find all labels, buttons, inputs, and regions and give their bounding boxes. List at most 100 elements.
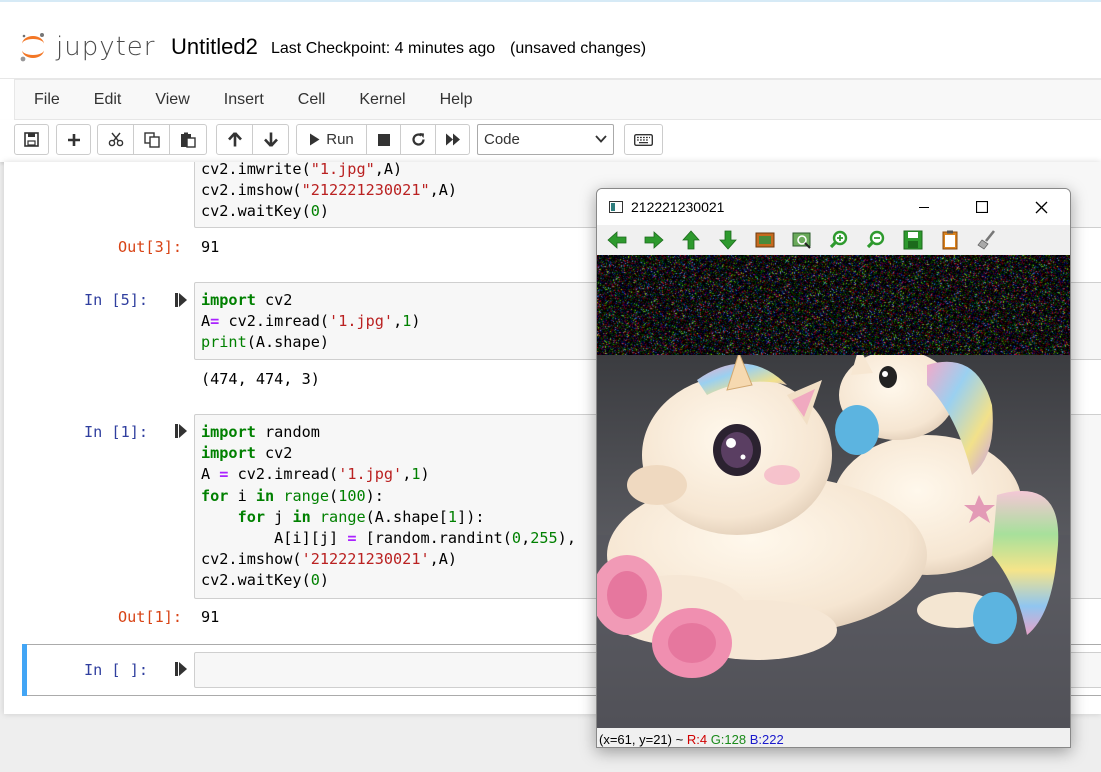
zoom-in-icon[interactable] bbox=[828, 229, 850, 251]
menu-file[interactable]: File bbox=[15, 80, 77, 120]
keyboard-icon bbox=[634, 133, 653, 146]
interrupt-button[interactable] bbox=[366, 124, 401, 155]
pixel-red-value: R:4 bbox=[686, 732, 708, 747]
close-icon bbox=[1035, 201, 1047, 213]
arrow-down-icon[interactable] bbox=[717, 229, 739, 251]
code-line: A[i][j] = [random.randint(0,255), bbox=[201, 529, 576, 548]
in-prompt-empty: In [ ]: bbox=[84, 661, 149, 679]
move-cell-up-button[interactable] bbox=[216, 124, 253, 155]
checkpoint-status: Last Checkpoint: 4 minutes ago bbox=[271, 40, 496, 57]
window-title: 212221230021 bbox=[631, 199, 725, 215]
image-window-toolbar bbox=[597, 225, 1070, 255]
window-title-bar[interactable]: 212221230021 bbox=[597, 189, 1070, 225]
code-line: for j in range(A.shape[1]): bbox=[237, 507, 485, 526]
header: jupyter Untitled2 Last Checkpoint: 4 min… bbox=[0, 2, 1101, 78]
close-button[interactable] bbox=[1012, 189, 1070, 225]
jupyter-logo-icon bbox=[20, 33, 44, 62]
jupyter-logo-text: jupyter bbox=[56, 32, 156, 62]
menu-view[interactable]: View bbox=[138, 80, 206, 120]
unsaved-indicator: (unsaved changes) bbox=[510, 40, 647, 57]
menu-insert[interactable]: Insert bbox=[207, 80, 281, 120]
image-window-status-bar: (x=61, y=21) ~ R:4 G:128 B:222 bbox=[597, 728, 1070, 747]
cut-button[interactable] bbox=[97, 124, 134, 155]
in-prompt-1: In [1]: bbox=[84, 423, 149, 441]
menu-bar: File Edit View Insert Cell Kernel Help bbox=[0, 78, 1101, 120]
code-line: cv2.imshow('212221230021',A) bbox=[201, 550, 458, 569]
code-line: for i in range(100): bbox=[201, 486, 384, 505]
cell-type-value: Code bbox=[484, 131, 520, 148]
random-noise-rows bbox=[597, 255, 1070, 355]
arrow-down-icon bbox=[263, 132, 278, 147]
save-icon bbox=[24, 132, 39, 147]
notebook-title[interactable]: Untitled2 bbox=[171, 34, 258, 60]
code-cell-1-source: import random import cv2 A = cv2.imread(… bbox=[201, 422, 576, 592]
save-icon[interactable] bbox=[902, 229, 924, 251]
arrow-up-icon bbox=[227, 132, 242, 147]
copy-icon bbox=[143, 131, 160, 148]
command-palette-button[interactable] bbox=[624, 124, 663, 155]
menu-edit[interactable]: Edit bbox=[77, 80, 139, 120]
code-line: cv2.waitKey(0) bbox=[201, 571, 330, 590]
code-line: A = cv2.imread('1.jpg',1) bbox=[201, 465, 430, 484]
window-app-icon bbox=[609, 201, 623, 213]
cell-1-output: 91 bbox=[201, 608, 220, 626]
save-button[interactable] bbox=[14, 124, 49, 155]
code-line: import random bbox=[201, 423, 320, 441]
minimize-button[interactable] bbox=[895, 189, 953, 225]
copy-icon[interactable] bbox=[939, 229, 961, 251]
properties-icon[interactable] bbox=[976, 229, 998, 251]
out-prompt-3: Out[3]: bbox=[118, 238, 183, 256]
run-cell-icon[interactable] bbox=[175, 292, 187, 308]
run-button[interactable]: Run bbox=[296, 124, 367, 155]
menu-cell[interactable]: Cell bbox=[281, 80, 343, 120]
arrow-right-icon[interactable] bbox=[643, 229, 665, 251]
toolbar: Run Code bbox=[0, 120, 1101, 162]
code-line: cv2.imshow("212221230021",A) bbox=[201, 181, 458, 200]
code-line: cv2.imwrite("1.jpg",A) bbox=[201, 162, 403, 178]
menu-help[interactable]: Help bbox=[423, 80, 490, 120]
copy-button[interactable] bbox=[133, 124, 170, 155]
pixel-coordinate: (x=61, y=21) ~ bbox=[599, 732, 684, 747]
code-line: print(A.shape) bbox=[201, 333, 330, 352]
cell-type-select[interactable]: Code bbox=[477, 124, 614, 155]
menu-kernel[interactable]: Kernel bbox=[342, 80, 422, 120]
cell-3-output: 91 bbox=[201, 238, 220, 256]
in-prompt-5: In [5]: bbox=[84, 291, 149, 309]
restart-run-all-button[interactable] bbox=[435, 124, 470, 155]
scissors-icon bbox=[108, 132, 123, 147]
code-line: import cv2 bbox=[201, 291, 293, 309]
pixel-green-value: G:128 bbox=[710, 732, 747, 747]
chevron-down-icon bbox=[595, 135, 607, 143]
arrow-left-icon[interactable] bbox=[606, 229, 628, 251]
arrow-up-icon[interactable] bbox=[680, 229, 702, 251]
maximize-icon bbox=[976, 201, 988, 213]
paste-icon bbox=[181, 132, 196, 148]
opencv-image-window: 212221230021 (x=61, y=21) ~ R:4 G:128 B:… bbox=[596, 188, 1071, 748]
restart-kernel-button[interactable] bbox=[400, 124, 436, 155]
menu-bar-inner: File Edit View Insert Cell Kernel Help bbox=[14, 79, 1101, 120]
fast-forward-icon bbox=[445, 133, 460, 146]
run-icon bbox=[310, 133, 320, 146]
insert-cell-button[interactable] bbox=[56, 124, 91, 155]
code-line: import cv2 bbox=[201, 444, 293, 463]
code-cell-5-source: import cv2 A= cv2.imread('1.jpg',1) prin… bbox=[201, 290, 421, 354]
out-prompt-1: Out[1]: bbox=[118, 608, 183, 626]
restart-icon bbox=[411, 133, 425, 146]
stop-icon bbox=[377, 133, 390, 146]
code-line: cv2.waitKey(0) bbox=[201, 202, 330, 221]
code-cell-3-source: cv2.imwrite("1.jpg",A) cv2.imshow("21222… bbox=[201, 162, 457, 223]
displayed-image bbox=[597, 255, 1070, 728]
maximize-button[interactable] bbox=[953, 189, 1011, 225]
pixel-blue-value: B:222 bbox=[749, 732, 784, 747]
cell-5-output: (474, 474, 3) bbox=[201, 370, 320, 388]
code-line: A= cv2.imread('1.jpg',1) bbox=[201, 312, 421, 331]
image-icon[interactable] bbox=[754, 229, 776, 251]
paste-button[interactable] bbox=[169, 124, 207, 155]
jupyter-logo[interactable]: jupyter bbox=[18, 30, 154, 64]
run-cell-icon[interactable] bbox=[175, 661, 187, 677]
zoom-region-icon[interactable] bbox=[791, 229, 813, 251]
run-cell-icon[interactable] bbox=[175, 423, 187, 439]
zoom-out-icon[interactable] bbox=[865, 229, 887, 251]
unicorn-plush-photo bbox=[597, 355, 1070, 728]
move-cell-down-button[interactable] bbox=[252, 124, 289, 155]
